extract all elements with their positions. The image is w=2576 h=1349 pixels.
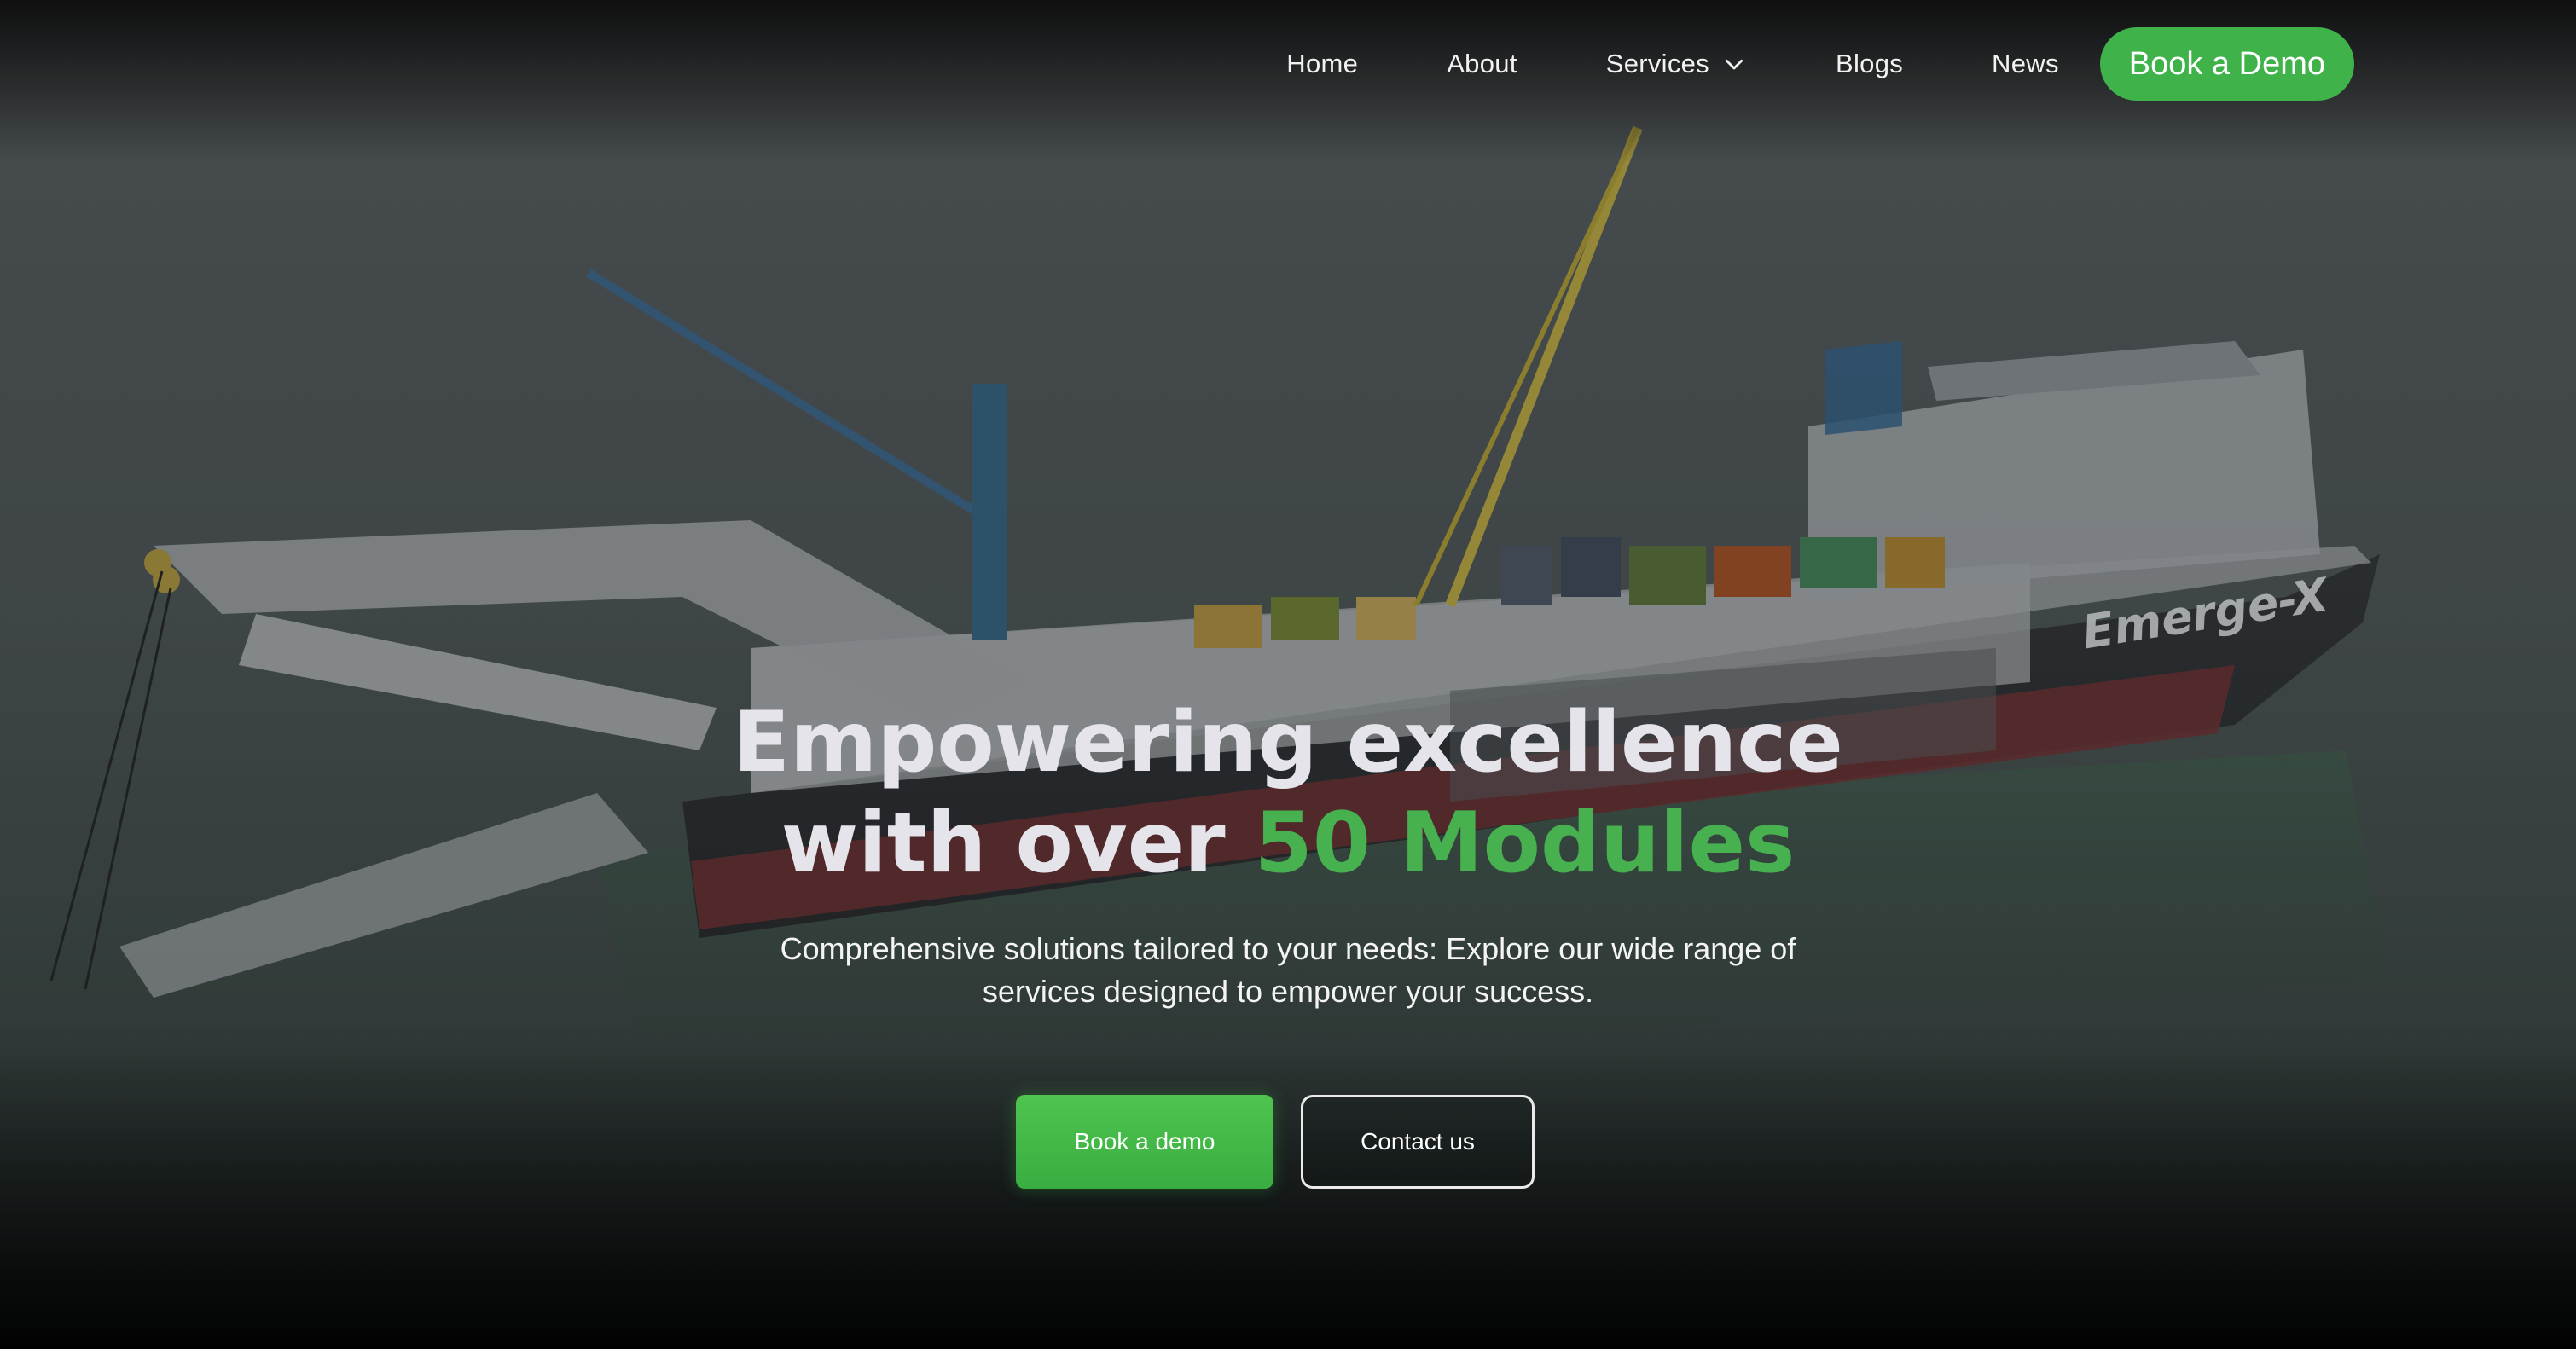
subtitle-line-1: Comprehensive solutions tailored to your… xyxy=(780,931,1796,966)
nav-item-label: Blogs xyxy=(1836,49,1904,78)
contact-us-button[interactable]: Contact us xyxy=(1301,1095,1535,1189)
hero-button-group: Book a demo Contact us xyxy=(0,1095,2576,1189)
headline-line-1: Empowering excellence xyxy=(733,694,1843,791)
headline-line-2: with over 50 Modules xyxy=(0,793,2576,894)
nav-item-blogs[interactable]: Blogs xyxy=(1791,49,1947,79)
nav-item-news[interactable]: News xyxy=(1947,49,2100,79)
nav-item-services[interactable]: Services xyxy=(1562,49,1791,79)
nav-item-home[interactable]: Home xyxy=(1242,49,1402,79)
nav-item-label: News xyxy=(1992,49,2059,78)
bottom-gradient-overlay xyxy=(0,1042,2576,1349)
headline-line-2-prefix: with over xyxy=(780,795,1255,892)
book-demo-nav-button[interactable]: Book a Demo xyxy=(2099,27,2354,101)
nav-item-label: About xyxy=(1447,49,1517,78)
hero-headline: Empowering excellence with over 50 Modul… xyxy=(0,692,2576,894)
nav-item-about[interactable]: About xyxy=(1402,49,1562,79)
book-demo-button[interactable]: Book a demo xyxy=(1016,1095,1273,1189)
chevron-down-icon[interactable] xyxy=(1721,51,1747,77)
main-navigation: Home About Services Blogs News Book a De… xyxy=(1242,27,2354,101)
subtitle-line-2: services designed to empower your succes… xyxy=(982,974,1594,1009)
nav-item-label: Home xyxy=(1286,49,1359,78)
hero-subtitle: Comprehensive solutions tailored to your… xyxy=(691,928,1885,1013)
nav-item-label: Services xyxy=(1605,49,1709,78)
headline-accent-text: 50 Modules xyxy=(1254,795,1796,892)
hero-section: Emerge-X Home About Services Blogs News … xyxy=(0,0,2576,1349)
